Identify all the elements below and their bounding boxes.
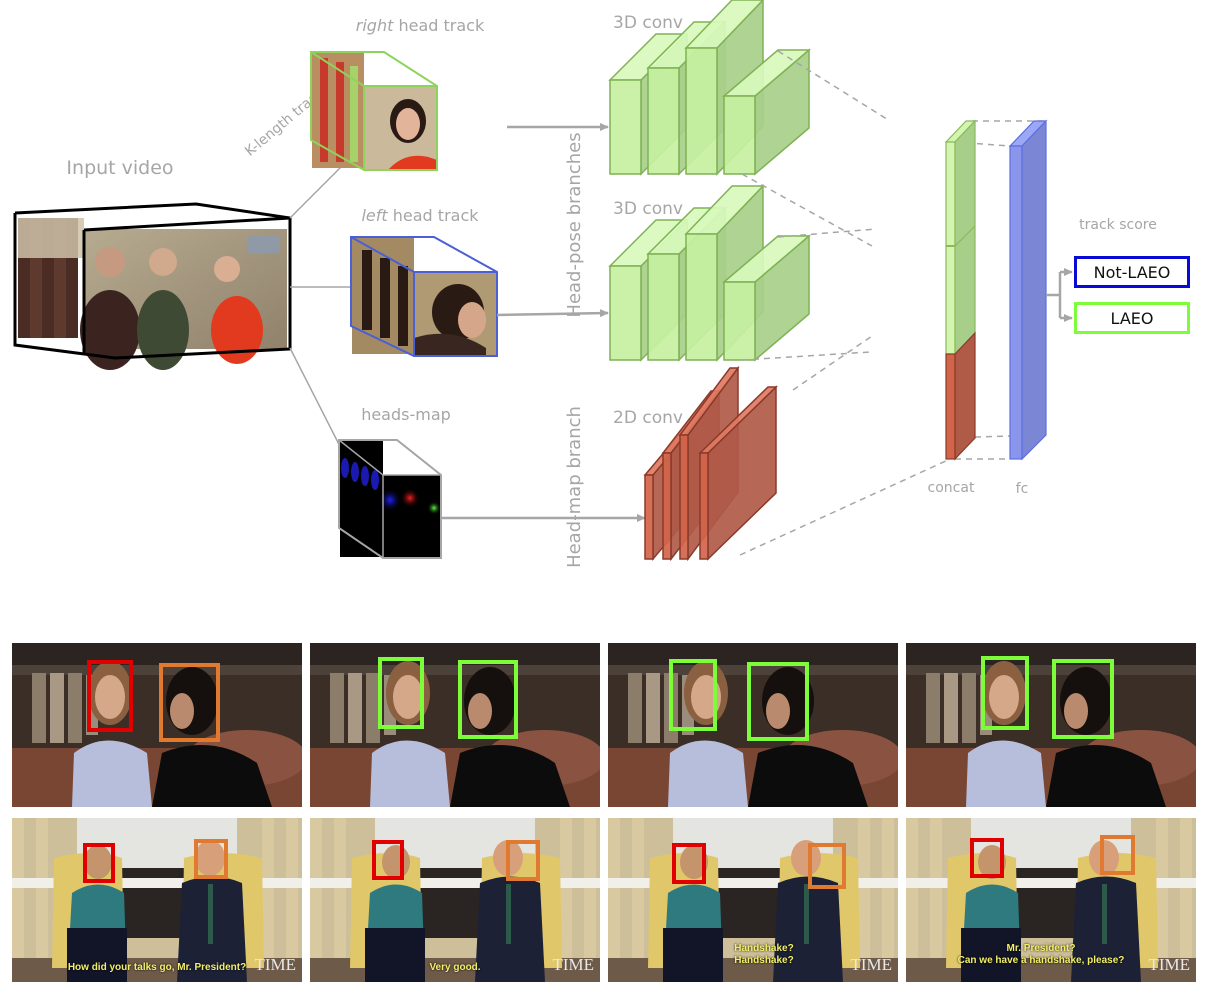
right-head-box-orange xyxy=(506,840,540,881)
video-frame-front xyxy=(80,229,287,370)
conv2d-label: 2D conv xyxy=(613,408,683,428)
left-head-box-green xyxy=(378,657,424,729)
arrow-left-track-to-conv xyxy=(496,309,609,318)
right-head-box-green xyxy=(1052,659,1114,739)
head-pose-branches-label: Head-pose branches xyxy=(564,132,585,317)
time-watermark: TIME xyxy=(552,955,594,974)
not-laeo-label: Not-LAEO xyxy=(1093,262,1171,282)
example-frames: How did your talks go, Mr. President? TI… xyxy=(0,640,1212,990)
video-frame-stack xyxy=(18,218,84,338)
left-head-box-red xyxy=(83,843,115,883)
friends-frame-3 xyxy=(608,643,898,807)
right-head-track-cube xyxy=(310,51,438,171)
frame-image xyxy=(906,643,1196,807)
oval-office-frame-3: Handshake? Handshake? TIME xyxy=(608,818,898,982)
subtitle-line: Handshake? xyxy=(734,955,794,966)
fc-label: fc xyxy=(1016,481,1029,497)
heads-map-label: heads-map xyxy=(361,405,451,424)
right-label-em: right xyxy=(356,16,394,35)
conv3d-bottom-label: 3D conv xyxy=(613,199,683,219)
oval-office-frame-2: Very good. TIME xyxy=(310,818,600,982)
friends-frame-4 xyxy=(906,643,1196,807)
right-head-box-green xyxy=(747,662,809,741)
subtitle-line: Can we have a handshake, please? xyxy=(957,955,1125,966)
concat-label: concat xyxy=(928,480,975,496)
left-head-box-green xyxy=(981,656,1029,730)
subtitle-caption: Handshake? Handshake? xyxy=(694,943,834,967)
time-watermark: TIME xyxy=(850,955,892,974)
conv2d-block xyxy=(643,365,778,562)
concat-layer xyxy=(944,119,977,461)
right-head-box-green xyxy=(458,660,518,739)
subtitle-line: Handshake? xyxy=(734,943,794,954)
left-head-box-red xyxy=(372,840,404,880)
architecture-diagram: Input video K-length tracks right head t… xyxy=(13,0,1157,568)
left-head-box-red xyxy=(87,660,133,732)
right-head-box-orange xyxy=(808,843,846,889)
oval-office-frame-1: How did your talks go, Mr. President? TI… xyxy=(12,818,302,982)
fc-layer xyxy=(1008,119,1048,461)
left-head-track-label: left head track xyxy=(361,206,479,225)
friends-frame-1 xyxy=(12,643,302,807)
time-watermark: TIME xyxy=(254,955,296,974)
heads-map-cube xyxy=(338,439,442,559)
left-head-box-red xyxy=(672,843,706,884)
not-laeo-output: Not-LAEO xyxy=(1074,256,1190,288)
proj-line xyxy=(792,335,873,391)
laeo-output: LAEO xyxy=(1074,302,1190,334)
track-score-label: track score xyxy=(1079,217,1157,233)
right-head-box-orange xyxy=(159,663,220,742)
frame-image xyxy=(310,643,600,807)
oval-office-frame-4: Mr. President? Can we have a handshake, … xyxy=(906,818,1196,982)
laeo-label: LAEO xyxy=(1110,308,1154,328)
input-video-label: Input video xyxy=(66,157,173,179)
left-label-em: left xyxy=(361,206,388,225)
proj-line xyxy=(777,228,877,238)
time-watermark: TIME xyxy=(1148,955,1190,974)
input-video-cube xyxy=(13,202,292,370)
left-head-track-cube xyxy=(350,236,498,357)
head-map-branch-label: Head-map branch xyxy=(564,406,585,568)
left-head-box-red xyxy=(970,838,1004,878)
right-head-box-orange xyxy=(194,839,228,879)
frame-image xyxy=(12,643,302,807)
subtitle-caption: Mr. President? Can we have a handshake, … xyxy=(936,943,1146,967)
subtitle-line: Mr. President? xyxy=(1006,943,1076,954)
left-label-rest: head track xyxy=(388,206,480,225)
right-label-rest: head track xyxy=(393,16,485,35)
right-head-track-label: right head track xyxy=(356,16,485,35)
conv3d-top-label: 3D conv xyxy=(613,13,683,33)
output-arrows xyxy=(1046,268,1073,322)
right-head-box-orange xyxy=(1100,835,1135,875)
left-head-box-green xyxy=(669,659,717,731)
friends-frame-2 xyxy=(310,643,600,807)
